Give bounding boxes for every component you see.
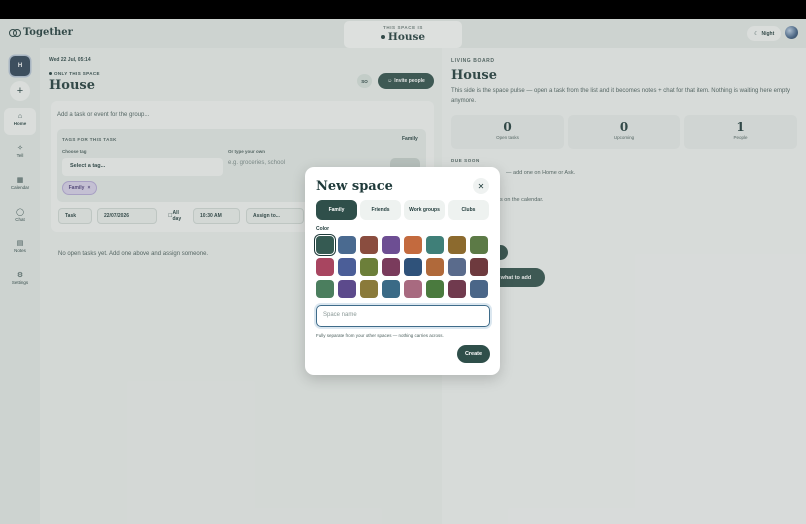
create-button[interactable]: Create (457, 345, 490, 363)
space-type-tabs: Family Friends Work groups Clubs (316, 200, 489, 220)
color-swatch[interactable] (404, 258, 422, 276)
tab-family[interactable]: Family (316, 200, 357, 220)
dialog-note: Fully separate from your other spaces — … (316, 333, 444, 338)
color-swatch[interactable] (316, 280, 334, 298)
color-swatch[interactable] (426, 258, 444, 276)
close-icon: ✕ (477, 181, 485, 191)
new-space-dialog: New space ✕ Family Friends Work groups C… (305, 167, 500, 375)
color-swatch[interactable] (404, 236, 422, 254)
color-swatch[interactable] (426, 280, 444, 298)
color-swatch[interactable] (470, 280, 488, 298)
color-swatch[interactable] (382, 280, 400, 298)
tab-friends[interactable]: Friends (360, 200, 401, 220)
color-swatch[interactable] (338, 236, 356, 254)
tab-work-groups[interactable]: Work groups (404, 200, 445, 220)
color-label: Color (316, 226, 330, 232)
tab-clubs[interactable]: Clubs (448, 200, 489, 220)
color-swatch[interactable] (316, 258, 334, 276)
color-swatch[interactable] (338, 280, 356, 298)
color-swatch[interactable] (360, 236, 378, 254)
color-swatch[interactable] (426, 236, 444, 254)
color-swatch[interactable] (382, 236, 400, 254)
color-swatch[interactable] (448, 280, 466, 298)
color-swatch[interactable] (404, 280, 422, 298)
close-button[interactable]: ✕ (473, 178, 489, 194)
color-swatch[interactable] (470, 258, 488, 276)
color-swatch[interactable] (316, 236, 334, 254)
color-palette (316, 236, 491, 298)
color-swatch[interactable] (338, 258, 356, 276)
color-swatch[interactable] (448, 236, 466, 254)
top-black-bar (0, 0, 806, 19)
space-name-input[interactable]: Space name (316, 305, 490, 327)
color-swatch[interactable] (448, 258, 466, 276)
dialog-title: New space (316, 179, 393, 194)
color-swatch[interactable] (470, 236, 488, 254)
color-swatch[interactable] (360, 258, 378, 276)
color-swatch[interactable] (360, 280, 378, 298)
color-swatch[interactable] (382, 258, 400, 276)
